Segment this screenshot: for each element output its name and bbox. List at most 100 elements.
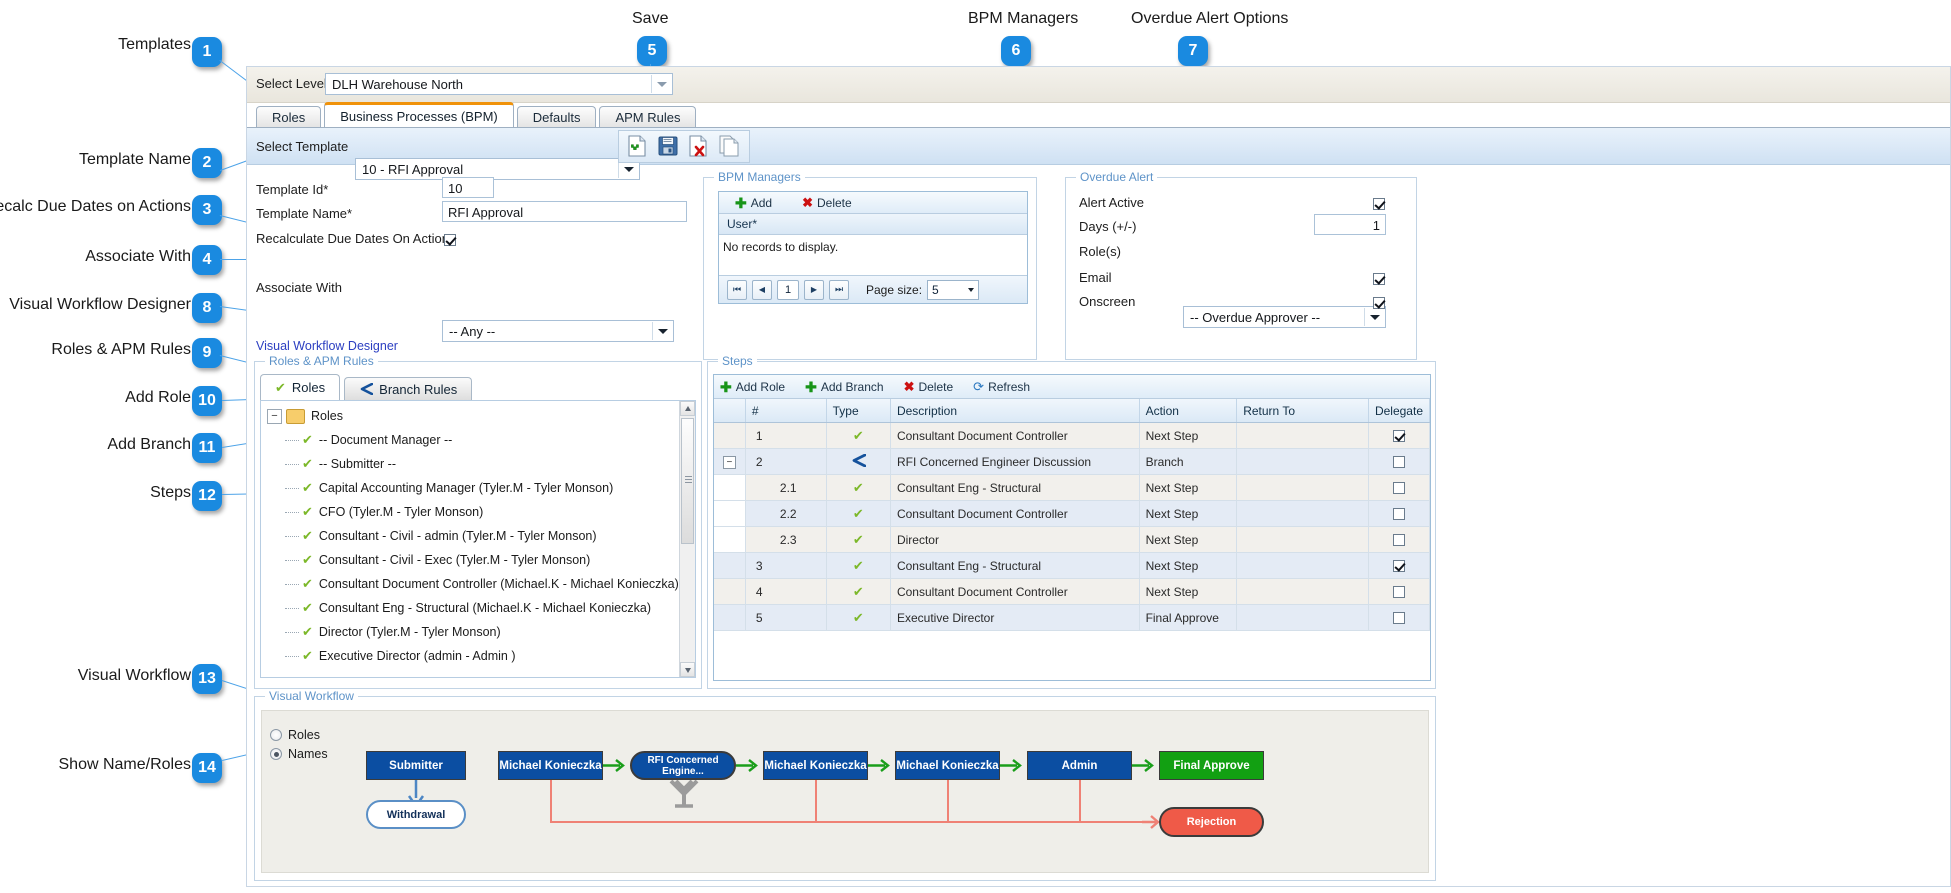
table-row[interactable]: 2.2 ✔ Consultant Document Controller Next S…	[714, 500, 1431, 527]
plus-icon: ✚	[805, 378, 817, 395]
tree-root[interactable]: − Roles	[265, 404, 679, 428]
col-delegate[interactable]: Delegate	[1368, 399, 1431, 423]
table-row[interactable]: 1 ✔ Consultant Document Controller Next Ste…	[714, 422, 1431, 449]
scroll-thumb[interactable]	[681, 418, 694, 544]
row-delegate-checkbox[interactable]	[1368, 552, 1431, 579]
row-delegate-checkbox[interactable]	[1368, 604, 1431, 631]
tree-item[interactable]: ✔ Consultant Document Controller (Michael…	[265, 572, 679, 596]
row-action-cell: Next Step	[1139, 552, 1238, 579]
expander-icon[interactable]: −	[722, 456, 736, 469]
wf-node-step3[interactable]: Michael Konieczka	[763, 751, 868, 780]
tab-business-processes[interactable]: Business Processes (BPM)	[324, 102, 514, 128]
col-type[interactable]: Type	[826, 399, 891, 423]
tab-roles[interactable]: Roles	[256, 106, 322, 128]
recalculate-due-dates-checkbox[interactable]	[444, 231, 456, 246]
col-number[interactable]: #	[745, 399, 827, 423]
radio-roles[interactable]: Roles	[270, 728, 320, 742]
overdue-roles-label: Role(s)	[1079, 244, 1121, 259]
table-row[interactable]: −2 RFI Concerned Engineer Discussion Branc…	[714, 448, 1431, 475]
tab-apm-rules[interactable]: APM Rules	[599, 106, 697, 128]
scroll-down-button[interactable]	[680, 662, 695, 677]
pager-first-button[interactable]: ⏮	[727, 279, 747, 300]
table-row[interactable]: 2.3 ✔ Director Next Step	[714, 526, 1431, 553]
tree-item[interactable]: ✔ Consultant Eng - Structural (Michael.K …	[265, 596, 679, 620]
wf-node-final-approve[interactable]: Final Approve	[1159, 751, 1264, 780]
tree-item[interactable]: ✔ -- Document Manager --	[265, 428, 679, 452]
days-field[interactable]: 1	[1314, 214, 1386, 235]
tree-collapse-toggle[interactable]: −	[267, 408, 282, 424]
roles-tree[interactable]: − Roles ✔ -- Document Manager -- ✔ -- Submi…	[260, 400, 696, 678]
table-row[interactable]: 4 ✔ Consultant Document Controller Next Ste…	[714, 578, 1431, 605]
tab-defaults[interactable]: Defaults	[516, 106, 597, 128]
row-return-to-cell	[1236, 578, 1369, 605]
add-role-button[interactable]: ✚ Add Role	[720, 380, 785, 394]
new-document-button[interactable]	[625, 134, 651, 160]
template-id-label: Template Id*	[256, 182, 329, 197]
row-delegate-checkbox[interactable]	[1368, 500, 1431, 527]
row-delegate-checkbox[interactable]	[1368, 578, 1431, 605]
pager-prev-button[interactable]: ◀	[752, 279, 772, 300]
pager-page-number[interactable]: 1	[777, 279, 799, 300]
tree-item[interactable]: ✔ Director (Tyler.M - Tyler Monson)	[265, 620, 679, 644]
wf-node-rejection[interactable]: Rejection	[1159, 807, 1264, 837]
select-template-dropdown[interactable]: 10 - RFI Approval	[355, 158, 640, 180]
table-row[interactable]: 3 ✔ Consultant Eng - Structural Next Step	[714, 552, 1431, 579]
visual-workflow-designer-link[interactable]: Visual Workflow Designer	[256, 339, 398, 353]
delete-step-button[interactable]: ✖ Delete	[904, 379, 954, 395]
radio-names-button[interactable]	[270, 748, 282, 760]
col-return-to[interactable]: Return To	[1236, 399, 1369, 423]
add-branch-button[interactable]: ✚ Add Branch	[805, 380, 883, 394]
branch-icon	[360, 383, 374, 395]
row-delegate-checkbox[interactable]	[1368, 422, 1431, 449]
tree-item[interactable]: ✔ CFO (Tyler.M - Tyler Monson)	[265, 500, 679, 524]
wf-node-step5[interactable]: Admin	[1027, 751, 1132, 780]
pager-last-button[interactable]: ⏭	[829, 279, 849, 300]
template-id-field[interactable]: 10	[442, 177, 494, 198]
row-description-cell: RFI Concerned Engineer Discussion	[890, 448, 1140, 475]
tree-item[interactable]: ✔ Executive Director (admin - Admin )	[265, 644, 679, 668]
pager-next-button[interactable]: ▶	[804, 279, 824, 300]
radio-names[interactable]: Names	[270, 747, 328, 761]
row-expander-cell[interactable]: −	[714, 448, 746, 475]
wf-node-step4[interactable]: Michael Konieczka	[895, 751, 1000, 780]
tree-item[interactable]: ✔ Capital Accounting Manager (Tyler.M - T…	[265, 476, 679, 500]
roles-tree-scrollbar[interactable]	[679, 401, 695, 677]
onscreen-checkbox[interactable]	[1373, 294, 1385, 309]
template-name-field[interactable]: RFI Approval	[442, 201, 687, 222]
tree-item[interactable]: ✔ Consultant - Civil - Exec (Tyler.M - Ty…	[265, 548, 679, 572]
subtab-roles[interactable]: ✔ Roles	[260, 374, 341, 400]
email-checkbox[interactable]	[1373, 270, 1385, 285]
row-delegate-checkbox[interactable]	[1368, 526, 1431, 553]
radio-roles-button[interactable]	[270, 729, 282, 741]
row-delegate-checkbox[interactable]	[1368, 474, 1431, 501]
save-button[interactable]	[656, 134, 682, 160]
delete-template-button[interactable]	[686, 134, 712, 160]
wf-node-submitter[interactable]: Submitter	[366, 751, 466, 780]
tree-item[interactable]: ✔ -- Submitter --	[265, 452, 679, 476]
col-description[interactable]: Description	[890, 399, 1140, 423]
bpm-delete-button[interactable]: ✖ Delete	[802, 195, 852, 211]
page-size-dropdown[interactable]: 5	[927, 279, 980, 300]
row-delegate-checkbox[interactable]	[1368, 448, 1431, 475]
dropdown-separator	[1364, 308, 1365, 326]
scroll-up-button[interactable]	[680, 401, 695, 416]
x-icon: ✖	[903, 378, 915, 394]
table-row[interactable]: 2.1 ✔ Consultant Eng - Structural Next Step	[714, 474, 1431, 501]
bpm-add-button[interactable]: ✚ Add	[735, 196, 772, 210]
subtab-branch-rules[interactable]: Branch Rules	[344, 377, 473, 400]
col-action[interactable]: Action	[1139, 399, 1238, 423]
select-level-dropdown[interactable]: DLH Warehouse North	[325, 73, 673, 95]
refresh-button[interactable]: ⟳ Refresh	[973, 379, 1030, 395]
alert-active-checkbox[interactable]	[1373, 195, 1385, 210]
associate-with-dropdown[interactable]: -- Any --	[442, 320, 674, 342]
checkbox-glyph	[1392, 482, 1405, 495]
table-row[interactable]: 5 ✔ Executive Director Final Approve	[714, 604, 1431, 631]
overdue-roles-dropdown[interactable]: -- Overdue Approver --	[1183, 306, 1386, 328]
wf-node-branch[interactable]: RFI Concerned Engine...	[630, 751, 736, 780]
wf-node-withdrawal[interactable]: Withdrawal	[366, 800, 466, 829]
copy-template-button[interactable]	[717, 134, 743, 160]
select-level-label: Select Level	[256, 76, 327, 91]
tree-item[interactable]: ✔ Consultant - Civil - admin (Tyler.M - T…	[265, 524, 679, 548]
bpm-delete-label: Delete	[817, 195, 852, 210]
wf-node-step1[interactable]: Michael Konieczka	[498, 751, 603, 780]
